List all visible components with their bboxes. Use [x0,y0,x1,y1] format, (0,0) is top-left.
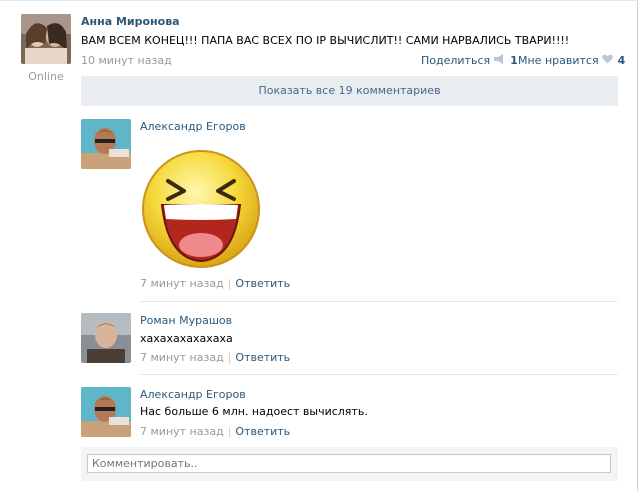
comment-time[interactable]: 7 минут назад [140,277,224,290]
comment-text: Нас больше 6 млн. надоест вычислять. [140,405,368,418]
comment-meta: 7 минут назад | Ответить [140,425,291,438]
comment-author-name[interactable]: Александр Егоров [140,120,246,133]
heart-icon [601,54,613,67]
like-button[interactable]: Мне нравится 4 [518,54,625,67]
reply-link[interactable]: Ответить [235,425,290,438]
like-count: 4 [617,54,626,67]
wall-post: Online Анна Миронова ВАМ ВСЕМ КОНЕЦ!!! П… [0,0,638,491]
comment-meta: 7 минут назад | Ответить [140,351,291,364]
comment-author-avatar[interactable] [81,119,131,169]
comment-composer: Комментировать.. [81,447,618,481]
post-text: ВАМ ВСЕМ КОНЕЦ!!! ПАПА ВАС ВСЕХ ПО IP ВЫ… [81,34,570,47]
comment-divider [140,301,618,302]
reply-link[interactable]: Ответить [235,277,290,290]
comment-author-avatar[interactable] [81,387,131,437]
share-count: 1 [510,54,518,67]
like-label: Мне нравится [518,54,599,67]
comment-meta: 7 минут назад | Ответить [140,277,291,290]
comment-author-avatar[interactable] [81,313,131,363]
megaphone-icon [493,54,505,67]
online-status: Online [28,70,64,83]
laughing-smiley-sticker [138,139,264,269]
share-button[interactable]: Поделиться 1 [421,54,518,67]
comment-divider [140,374,618,375]
comment-author-name[interactable]: Александр Егоров [140,388,246,401]
comment-author-name[interactable]: Роман Мурашов [140,314,232,327]
post-time[interactable]: 10 минут назад [81,54,172,67]
reply-link[interactable]: Ответить [235,351,290,364]
share-label: Поделиться [421,54,491,67]
comment-time[interactable]: 7 минут назад [140,351,224,364]
comment-input[interactable]: Комментировать.. [87,454,611,473]
show-all-comments-button[interactable]: Показать все 19 комментариев [81,76,618,106]
post-author-name[interactable]: Анна Миронова [81,15,180,28]
comment-time[interactable]: 7 минут назад [140,425,224,438]
comment-text: хахахахахахаха [140,332,233,345]
top-divider [0,0,638,1]
post-author-avatar[interactable] [21,14,71,64]
